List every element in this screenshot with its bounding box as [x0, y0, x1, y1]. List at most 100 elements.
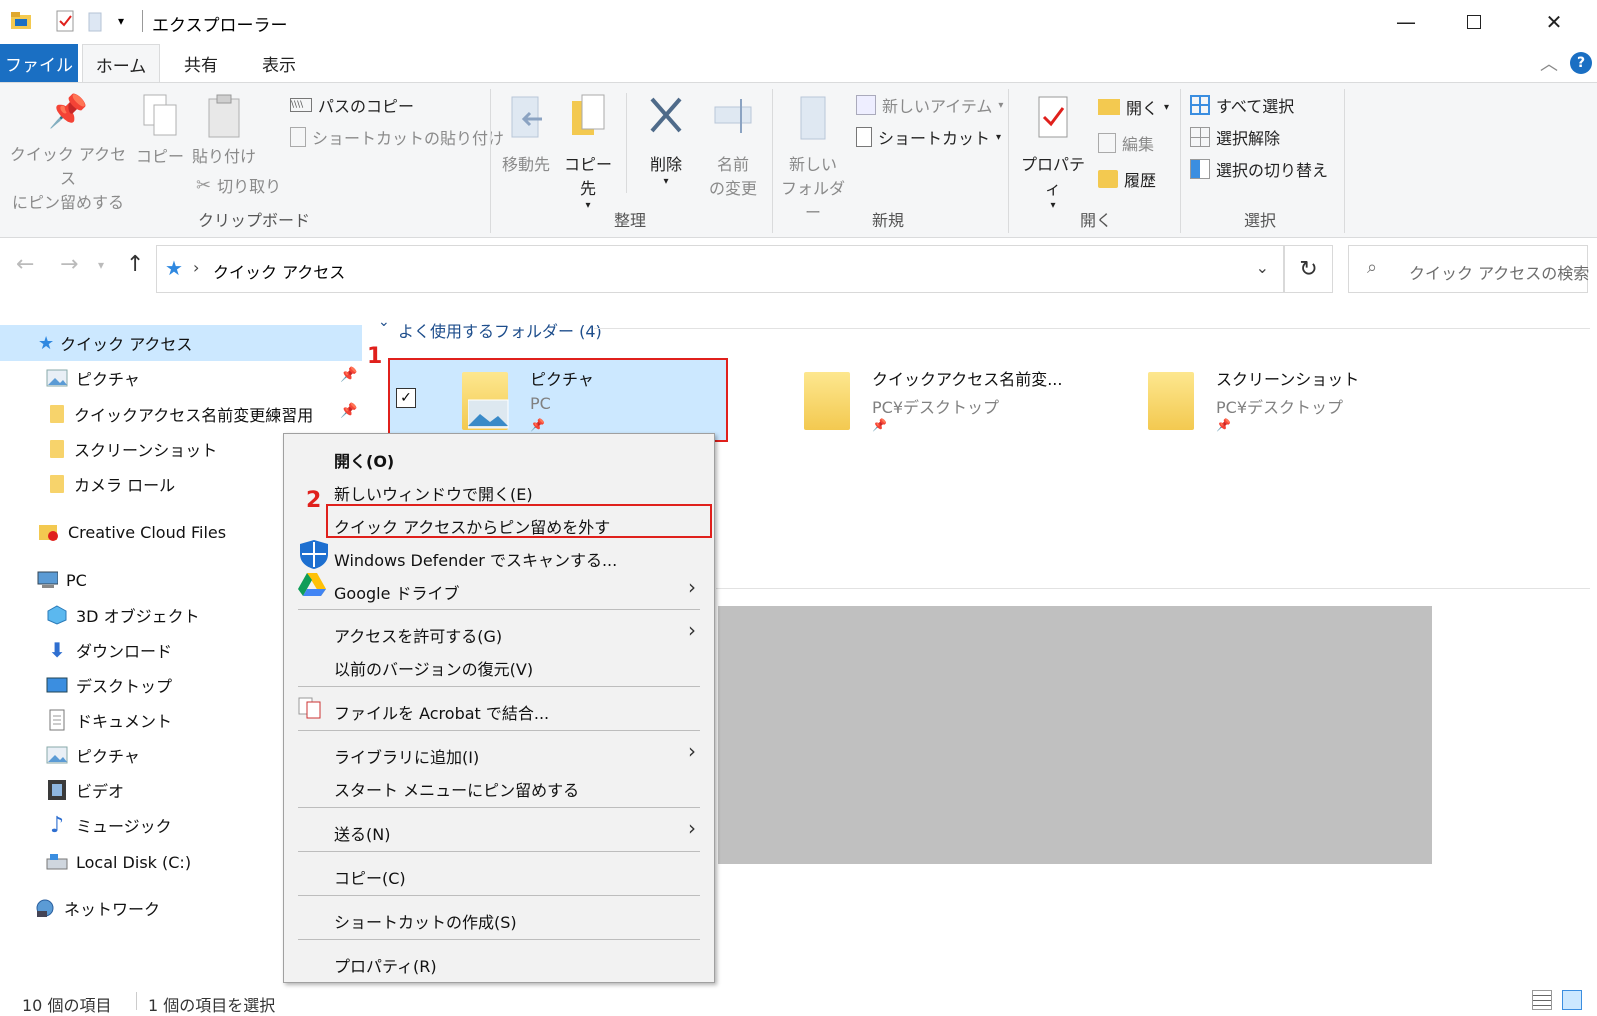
- nav-pc-item-3d-objects[interactable]: 3D オブジェクト: [0, 597, 280, 633]
- network-icon: [34, 898, 56, 918]
- menu-item-copy[interactable]: コピー(C): [334, 865, 406, 889]
- nav-pc-item-local-disk[interactable]: Local Disk (C:): [0, 844, 280, 880]
- menu-item-restore-previous-versions[interactable]: 以前のバージョンの復元(V): [334, 656, 533, 680]
- breadcrumb-chevron-icon[interactable]: ›: [193, 258, 199, 277]
- history-button[interactable]: 履歴: [1098, 167, 1156, 191]
- ribbon-home: 📌 クイック アクセス にピン留めする コピー 貼り付け \\\\ パスのコピー…: [0, 82, 1597, 238]
- nav-item-pictures[interactable]: ピクチャ: [0, 360, 360, 396]
- tab-file[interactable]: ファイル: [0, 44, 78, 82]
- breadcrumb[interactable]: クイック アクセス: [213, 259, 345, 283]
- nav-item-camera-roll[interactable]: カメラ ロール: [0, 466, 280, 502]
- submenu-arrow-icon: ›: [688, 816, 696, 840]
- menu-separator: [298, 730, 700, 731]
- tab-home[interactable]: ホーム: [82, 44, 160, 83]
- menu-item-google-drive[interactable]: Google ドライブ: [334, 580, 460, 604]
- collapse-group-chevron-icon[interactable]: ⌄: [378, 314, 390, 330]
- nav-pc-item-documents[interactable]: ドキュメント: [0, 702, 280, 738]
- nav-pc-item-desktop[interactable]: デスクトップ: [0, 667, 280, 703]
- up-arrow-icon[interactable]: ↑: [126, 252, 144, 277]
- highlight-box-2: [326, 504, 712, 538]
- section-divider: [716, 588, 1590, 589]
- nav-item-rename-practice[interactable]: クイックアクセス名前変更練習用: [0, 396, 360, 432]
- properties-button[interactable]: プロパティ ▾: [1014, 93, 1092, 211]
- new-item-label: 新しいアイテム: [882, 97, 993, 116]
- cut-button[interactable]: ✂ 切り取り: [196, 173, 281, 197]
- help-icon[interactable]: ?: [1570, 52, 1592, 74]
- forward-arrow-icon[interactable]: →: [60, 252, 78, 277]
- folder-tile-rename-practice[interactable]: クイックアクセス名前変... PC¥デスクトップ 📌: [790, 360, 1090, 440]
- select-all-button[interactable]: すべて選択: [1190, 93, 1294, 117]
- collapse-ribbon-icon[interactable]: ︿: [1540, 50, 1558, 76]
- menu-item-create-shortcut[interactable]: ショートカットの作成(S): [334, 909, 517, 933]
- rename-label-2: の変更: [708, 179, 757, 198]
- menu-item-open[interactable]: 開く(O): [334, 448, 394, 472]
- group-separator: [772, 89, 773, 233]
- nav-pc[interactable]: PC: [0, 562, 280, 598]
- menu-item-pin-to-start[interactable]: スタート メニューにピン留めする: [334, 777, 579, 801]
- nav-item-screenshots[interactable]: スクリーンショット: [0, 431, 280, 467]
- close-button[interactable]: ✕: [1520, 0, 1588, 44]
- pin-to-quick-access-label: クイック アクセス にピン留めする: [9, 145, 127, 212]
- address-dropdown-icon[interactable]: ⌄: [1256, 258, 1269, 277]
- menu-item-defender-scan[interactable]: Windows Defender でスキャンする...: [334, 547, 617, 571]
- submenu-arrow-icon: ›: [688, 618, 696, 642]
- refresh-button[interactable]: ↻: [1284, 245, 1333, 293]
- menu-item-give-access[interactable]: アクセスを許可する(G): [334, 623, 502, 647]
- maximize-button[interactable]: [1440, 0, 1508, 44]
- nav-pc-item-music[interactable]: ♪ ミュージック: [0, 807, 280, 843]
- nav-pc-item-videos[interactable]: ビデオ: [0, 772, 280, 808]
- nav-creative-cloud[interactable]: Creative Cloud Files: [0, 514, 280, 550]
- edit-button[interactable]: 編集: [1098, 131, 1154, 155]
- large-icons-view-icon[interactable]: [1562, 990, 1582, 1010]
- new-folder-icon: [776, 93, 850, 153]
- recent-locations-icon[interactable]: ▾: [98, 258, 104, 272]
- qat-dropdown-icon[interactable]: ▾: [118, 14, 124, 28]
- menu-item-properties[interactable]: プロパティ(R): [334, 953, 437, 977]
- search-box[interactable]: ⌕ クイック アクセスの検索: [1348, 245, 1589, 293]
- menu-item-open-new-window[interactable]: 新しいウィンドウで開く(E): [334, 481, 533, 505]
- group-header[interactable]: よく使用するフォルダー (4): [398, 318, 602, 342]
- nav-network[interactable]: ネットワーク: [0, 890, 280, 926]
- menu-item-add-to-library[interactable]: ライブラリに追加(I): [334, 744, 479, 768]
- folder-tile-screenshots[interactable]: スクリーンショット PC¥デスクトップ 📌: [1134, 360, 1434, 440]
- properties-qat-icon[interactable]: [56, 10, 74, 36]
- paste-button[interactable]: 貼り付け: [192, 93, 256, 169]
- tab-view[interactable]: 表示: [242, 44, 316, 82]
- nav-pc-item-downloads[interactable]: ⬇ ダウンロード: [0, 632, 280, 668]
- redacted-area: [718, 606, 1432, 864]
- copy-button[interactable]: コピー: [134, 93, 186, 169]
- copy-path-button[interactable]: \\\\ パスのコピー: [290, 93, 414, 117]
- menu-item-acrobat-combine[interactable]: ファイルを Acrobat で結合...: [334, 700, 549, 724]
- menu-item-send-to[interactable]: 送る(N): [334, 821, 390, 845]
- organize-group-label: 整理: [614, 211, 647, 230]
- refresh-icon: ↻: [1299, 256, 1318, 282]
- pin-to-quick-access-button[interactable]: 📌 クイック アクセス にピン留めする: [8, 95, 128, 215]
- tab-share[interactable]: 共有: [164, 44, 238, 82]
- paste-shortcut-button[interactable]: ショートカットの貼り付け: [290, 125, 504, 149]
- open-button[interactable]: 開く ▾: [1098, 95, 1169, 119]
- explorer-app-icon[interactable]: [10, 10, 32, 30]
- delete-button[interactable]: 削除 ▾: [636, 93, 696, 187]
- pin-icon[interactable]: 📌: [340, 403, 357, 419]
- invert-selection-button[interactable]: 選択の切り替え: [1190, 157, 1328, 181]
- menu-separator: [298, 851, 700, 852]
- shortcut-button[interactable]: ショートカット ▾: [856, 125, 1001, 149]
- annotation-label-2: 2: [306, 488, 322, 513]
- nav-pc-item-pictures[interactable]: ピクチャ: [0, 737, 280, 773]
- rename-button[interactable]: 名前 の変更: [700, 93, 766, 201]
- details-view-icon[interactable]: [1532, 990, 1552, 1010]
- back-arrow-icon[interactable]: ←: [16, 252, 34, 277]
- address-bar[interactable]: ★ › クイック アクセス ⌄: [156, 245, 1284, 293]
- new-folder-button[interactable]: 新しい フォルダー: [776, 93, 850, 225]
- minimize-button[interactable]: —: [1372, 0, 1440, 44]
- new-item-button[interactable]: 新しいアイテム ▾: [856, 93, 1003, 117]
- pin-icon[interactable]: 📌: [340, 367, 357, 383]
- move-to-button[interactable]: 移動先: [498, 93, 554, 177]
- select-group-label: 選択: [1244, 211, 1277, 230]
- nav-pc-label: PC: [66, 570, 87, 590]
- download-arrow-icon: ⬇: [48, 638, 66, 662]
- nav-quick-access[interactable]: ★ クイック アクセス: [0, 325, 362, 361]
- new-folder-qat-icon[interactable]: [88, 12, 102, 36]
- copy-to-button[interactable]: コピー先 ▾: [558, 93, 618, 211]
- select-none-button[interactable]: 選択解除: [1190, 125, 1280, 149]
